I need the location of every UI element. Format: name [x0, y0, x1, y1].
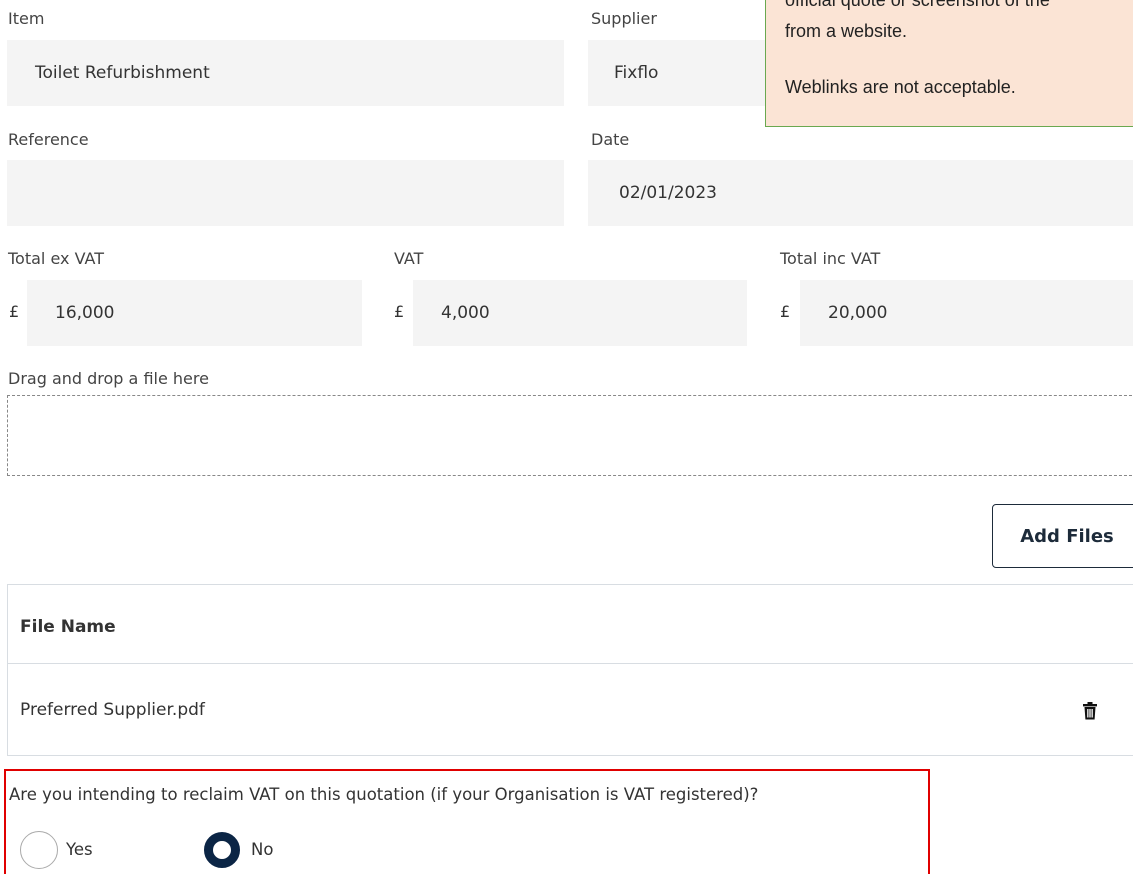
guidance-callout: official quote or screenshot of the from…: [765, 0, 1133, 127]
callout-line-2: from a website.: [785, 21, 908, 41]
total-ex-vat-field[interactable]: 16,000: [27, 280, 362, 346]
reference-field[interactable]: [7, 160, 564, 226]
total-inc-vat-field[interactable]: 20,000: [800, 280, 1133, 346]
currency-symbol: £: [9, 302, 20, 321]
radio-no[interactable]: [204, 832, 240, 868]
vat-label: VAT: [394, 249, 424, 268]
item-field[interactable]: Toilet Refurbishment: [7, 40, 564, 106]
reference-label: Reference: [8, 130, 89, 149]
vat-question-text: Are you intending to reclaim VAT on this…: [9, 785, 759, 804]
files-table: File Name Preferred Supplier.pdf: [7, 584, 1133, 756]
vat-field[interactable]: 4,000: [413, 280, 747, 346]
file-name-cell: Preferred Supplier.pdf: [20, 700, 205, 720]
currency-symbol: £: [780, 302, 791, 321]
table-row[interactable]: Preferred Supplier.pdf: [8, 664, 1133, 756]
total-ex-vat-label: Total ex VAT: [8, 249, 104, 268]
radio-no-label: No: [251, 840, 274, 859]
callout-line-3: Weblinks are not acceptable.: [785, 77, 1016, 97]
item-label: Item: [8, 9, 45, 28]
add-files-button[interactable]: Add Files: [992, 504, 1133, 568]
callout-line-1: official quote or screenshot of the: [785, 0, 1050, 10]
currency-symbol: £: [394, 302, 405, 321]
total-inc-vat-label: Total inc VAT: [780, 249, 881, 268]
date-label: Date: [591, 130, 630, 149]
supplier-field[interactable]: Fixflo: [588, 40, 765, 106]
vat-reclaim-question: Are you intending to reclaim VAT on this…: [4, 769, 930, 874]
supplier-label: Supplier: [591, 9, 657, 28]
file-dropzone[interactable]: [7, 395, 1133, 476]
trash-icon[interactable]: [1082, 702, 1098, 720]
file-name-header: File Name: [20, 617, 116, 637]
radio-yes-label: Yes: [66, 840, 93, 859]
dropzone-label: Drag and drop a file here: [8, 369, 209, 388]
radio-yes[interactable]: [20, 831, 58, 869]
date-field[interactable]: 02/01/2023: [588, 160, 1133, 226]
